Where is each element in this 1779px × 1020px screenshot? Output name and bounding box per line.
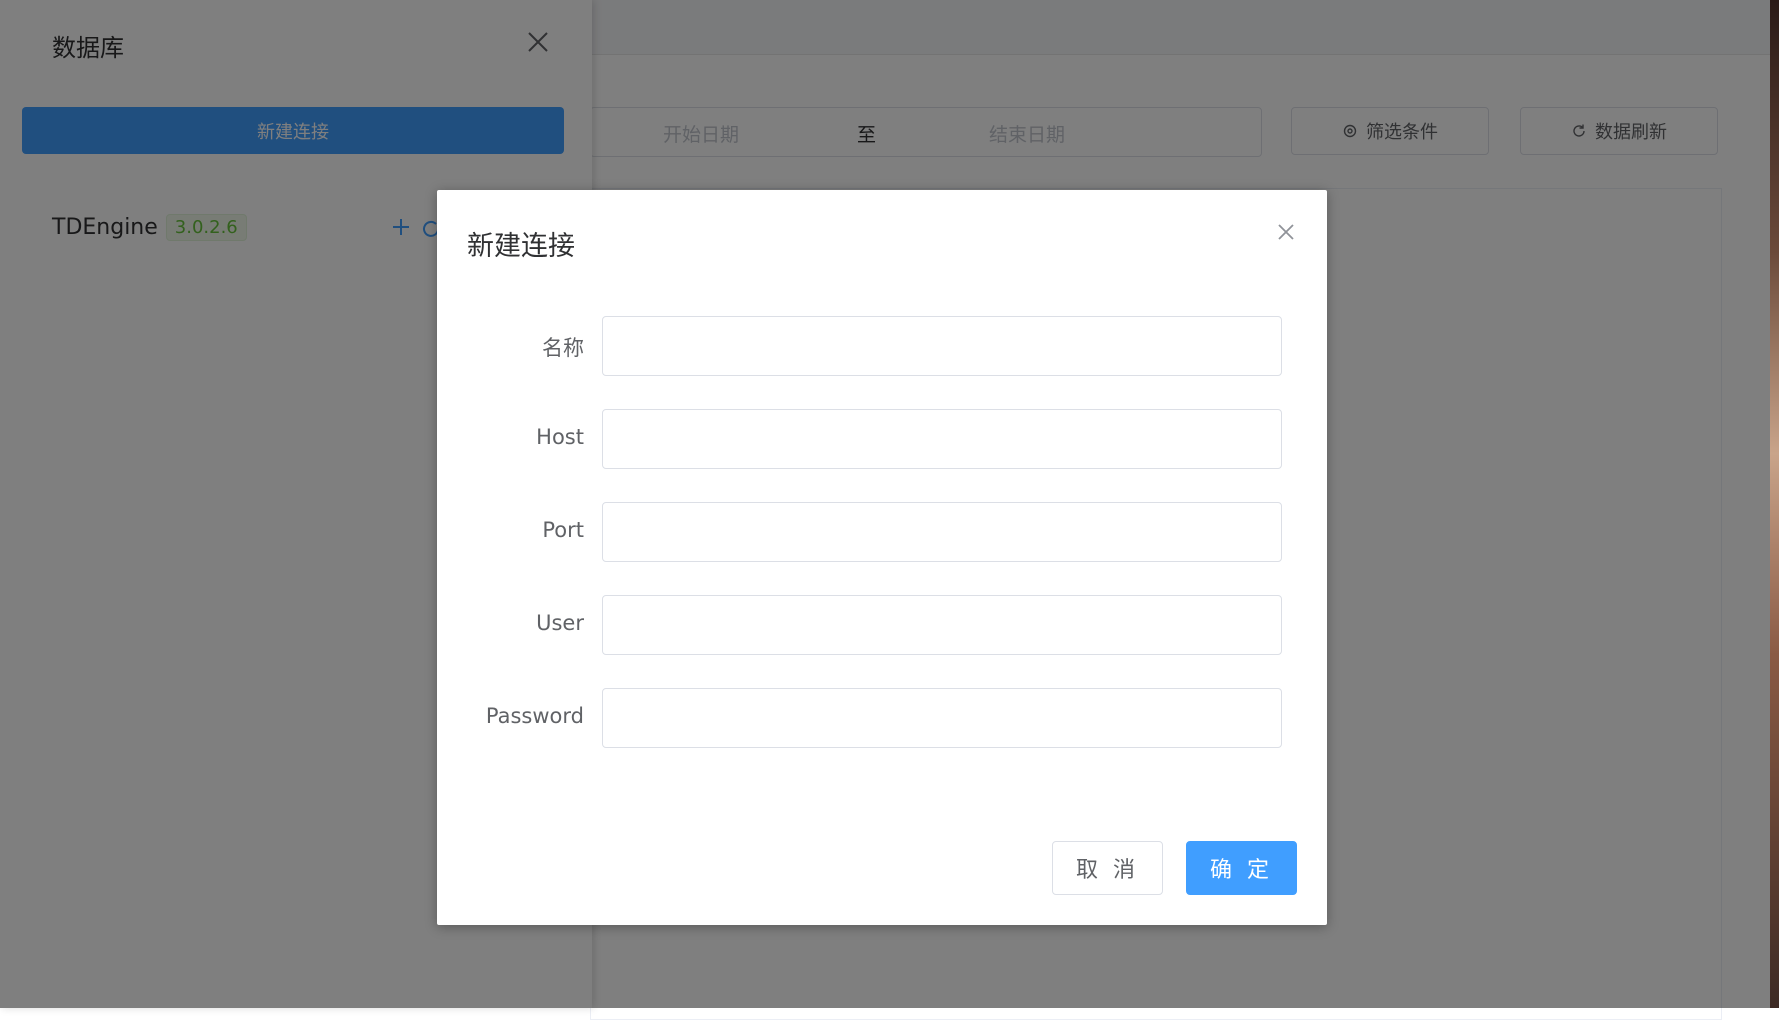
name-input[interactable] — [602, 316, 1282, 376]
desktop-edge — [1770, 0, 1779, 1008]
cancel-button[interactable]: 取 消 — [1052, 841, 1163, 895]
dialog-title: 新建连接 — [467, 231, 575, 262]
host-input[interactable] — [602, 409, 1282, 469]
user-label: User — [536, 611, 584, 635]
form-row-port: Port — [437, 502, 1327, 562]
form-row-name: 名称 — [437, 316, 1327, 376]
port-input[interactable] — [602, 502, 1282, 562]
password-label: Password — [485, 704, 584, 728]
form-row-user: User — [437, 595, 1327, 655]
name-label: 名称 — [542, 336, 584, 360]
new-connection-dialog: 新建连接 名称 Host Port User Password 取 消 确 定 — [437, 190, 1327, 925]
form-row-password: Password — [437, 688, 1327, 748]
close-icon[interactable] — [1274, 220, 1298, 244]
password-input[interactable] — [602, 688, 1282, 748]
host-label: Host — [536, 425, 584, 449]
user-input[interactable] — [602, 595, 1282, 655]
port-label: Port — [542, 518, 584, 542]
confirm-button[interactable]: 确 定 — [1186, 841, 1297, 895]
form-row-host: Host — [437, 409, 1327, 469]
